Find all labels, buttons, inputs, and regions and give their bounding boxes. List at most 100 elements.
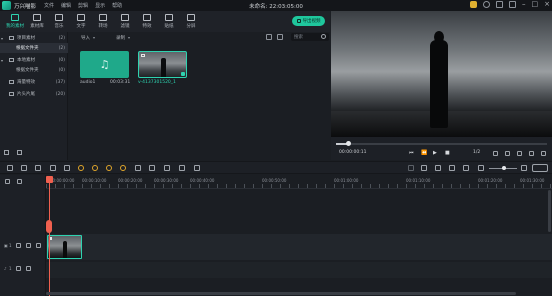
timeline-vertical-scrollbar[interactable]: [548, 190, 551, 232]
record-dropdown[interactable]: 录制 ▾: [116, 34, 130, 41]
tab-transition[interactable]: 转场: [92, 11, 114, 32]
step-back-icon[interactable]: ⏪: [421, 151, 427, 156]
volume-icon[interactable]: [529, 151, 534, 156]
color-icon[interactable]: [92, 165, 98, 171]
green-screen-icon[interactable]: [179, 165, 185, 171]
audio-track-number: 1: [9, 266, 12, 271]
snapshot-icon[interactable]: [517, 151, 522, 156]
open-folder-icon[interactable]: [17, 150, 22, 155]
current-timecode: 00:00:00:11: [339, 150, 367, 155]
keyframe-icon[interactable]: [120, 165, 126, 171]
audio-mixer-icon[interactable]: [449, 165, 455, 171]
timeline-video-clip[interactable]: [47, 235, 82, 259]
speed-icon[interactable]: [78, 165, 84, 171]
prev-frame-icon[interactable]: ⏮: [409, 151, 414, 156]
library-item-project-media[interactable]: ▾ 项目素材 (2): [0, 33, 68, 43]
zoom-slider-handle[interactable]: [502, 166, 506, 170]
media-item-video-name: v-4137301520_1: [138, 80, 176, 85]
mosaic-icon[interactable]: [164, 165, 170, 171]
video-track-number: 1: [9, 243, 12, 248]
preview-progress-bar[interactable]: [336, 143, 547, 145]
audio-track[interactable]: [46, 262, 552, 278]
zoom-in-icon[interactable]: [521, 165, 527, 171]
chevron-down-icon: ▾: [93, 35, 96, 40]
preview-quality[interactable]: 1/2: [473, 150, 480, 155]
playhead-line[interactable]: [49, 183, 50, 296]
tab-text[interactable]: 文字: [70, 11, 92, 32]
library-panel: ▾ 项目素材 (2) 根据文件夹 (2) ▾ 本地素材 (0) 根据文件夹 (0) 海量特效…: [0, 32, 68, 160]
tab-filter[interactable]: 滤镜: [114, 11, 136, 32]
library-item-local-folder[interactable]: 根据文件夹 (0): [0, 65, 68, 75]
fit-timeline-button[interactable]: [532, 164, 548, 172]
account-icon[interactable]: [483, 1, 490, 8]
audio-track-icon: ♪: [4, 266, 7, 271]
playback-controls: 00:00:00:11 ⏮ ⏪ ▶ ■ 1/2: [331, 148, 552, 159]
crop-icon[interactable]: [64, 165, 70, 171]
media-item-audio[interactable]: ♫: [80, 51, 129, 78]
search-input[interactable]: 搜索: [291, 33, 329, 41]
download-icon[interactable]: [509, 1, 516, 8]
filter-icon[interactable]: [266, 34, 272, 40]
render-icon[interactable]: [408, 165, 414, 171]
library-item-local-media[interactable]: ▾ 本地素材 (0): [0, 55, 68, 65]
lock-icon[interactable]: [16, 243, 21, 248]
undo-icon[interactable]: [7, 165, 13, 171]
menu-clip[interactable]: 剪辑: [78, 2, 88, 9]
snap-icon[interactable]: [463, 165, 469, 171]
fullscreen-icon[interactable]: [493, 151, 498, 156]
speaker-icon[interactable]: [26, 266, 31, 271]
eye-icon[interactable]: [26, 243, 31, 248]
timeline-ruler[interactable]: 00:00:00:00 00:00:10:00 00:00:20:00 00:0…: [46, 175, 552, 189]
redo-icon[interactable]: [21, 165, 27, 171]
stop-icon[interactable]: ■: [445, 151, 450, 156]
vip-icon[interactable]: [470, 1, 477, 8]
play-icon[interactable]: ▶: [433, 151, 437, 156]
media-item-video[interactable]: [138, 51, 187, 78]
preview-video[interactable]: [331, 11, 552, 137]
library-item-project-folder[interactable]: 根据文件夹 (2): [0, 43, 68, 53]
menu-edit[interactable]: 编辑: [61, 2, 71, 9]
library-item-intro-outro[interactable]: 片头片尾 (20): [0, 89, 68, 99]
menu-view[interactable]: 显示: [95, 2, 105, 9]
thumbnail-figure: [161, 58, 166, 77]
tab-music[interactable]: 音乐: [48, 11, 70, 32]
audio-detach-icon[interactable]: [149, 165, 155, 171]
stabilize-icon[interactable]: [106, 165, 112, 171]
menu-help[interactable]: 帮助: [112, 2, 122, 9]
export-button[interactable]: 导出视频: [292, 16, 325, 26]
mute-icon[interactable]: [36, 243, 41, 248]
cut-icon[interactable]: [50, 165, 56, 171]
delete-icon[interactable]: [35, 165, 41, 171]
tab-split-screen[interactable]: 分屏: [180, 11, 202, 32]
library-item-effects[interactable]: 海量特效 (37): [0, 77, 68, 87]
grid-view-icon[interactable]: [277, 34, 283, 40]
tab-effects[interactable]: 特效: [136, 11, 158, 32]
zoom-out-icon[interactable]: [478, 165, 484, 171]
import-dropdown[interactable]: 导入 ▾: [81, 34, 95, 41]
link-icon[interactable]: [17, 179, 22, 184]
expand-icon[interactable]: [541, 151, 546, 156]
close-icon[interactable]: ×: [544, 1, 550, 8]
subtitle-icon[interactable]: [194, 165, 200, 171]
preview-progress-handle[interactable]: [346, 141, 352, 146]
add-track-icon[interactable]: [5, 179, 10, 184]
playhead-handle[interactable]: [46, 220, 52, 233]
tab-sticker[interactable]: 贴纸: [158, 11, 180, 32]
playhead-marker[interactable]: [46, 176, 53, 183]
transition-icon: [99, 14, 107, 21]
voiceover-icon[interactable]: [435, 165, 441, 171]
folder-icon: [11, 14, 19, 21]
display-icon[interactable]: [505, 151, 510, 156]
marker-icon[interactable]: [421, 165, 427, 171]
tab-media-library[interactable]: 素材库: [26, 11, 48, 32]
menu-file[interactable]: 文件: [44, 2, 54, 9]
new-folder-icon[interactable]: [4, 150, 9, 155]
timeline-horizontal-scrollbar[interactable]: [46, 292, 516, 295]
maximize-icon[interactable]: □: [532, 1, 539, 8]
freeze-icon[interactable]: [135, 165, 141, 171]
video-track[interactable]: [46, 234, 552, 260]
minimize-icon[interactable]: –: [522, 1, 526, 8]
tab-my-media[interactable]: 我的素材: [4, 11, 26, 32]
notification-icon[interactable]: [496, 1, 503, 8]
lock-icon[interactable]: [16, 266, 21, 271]
